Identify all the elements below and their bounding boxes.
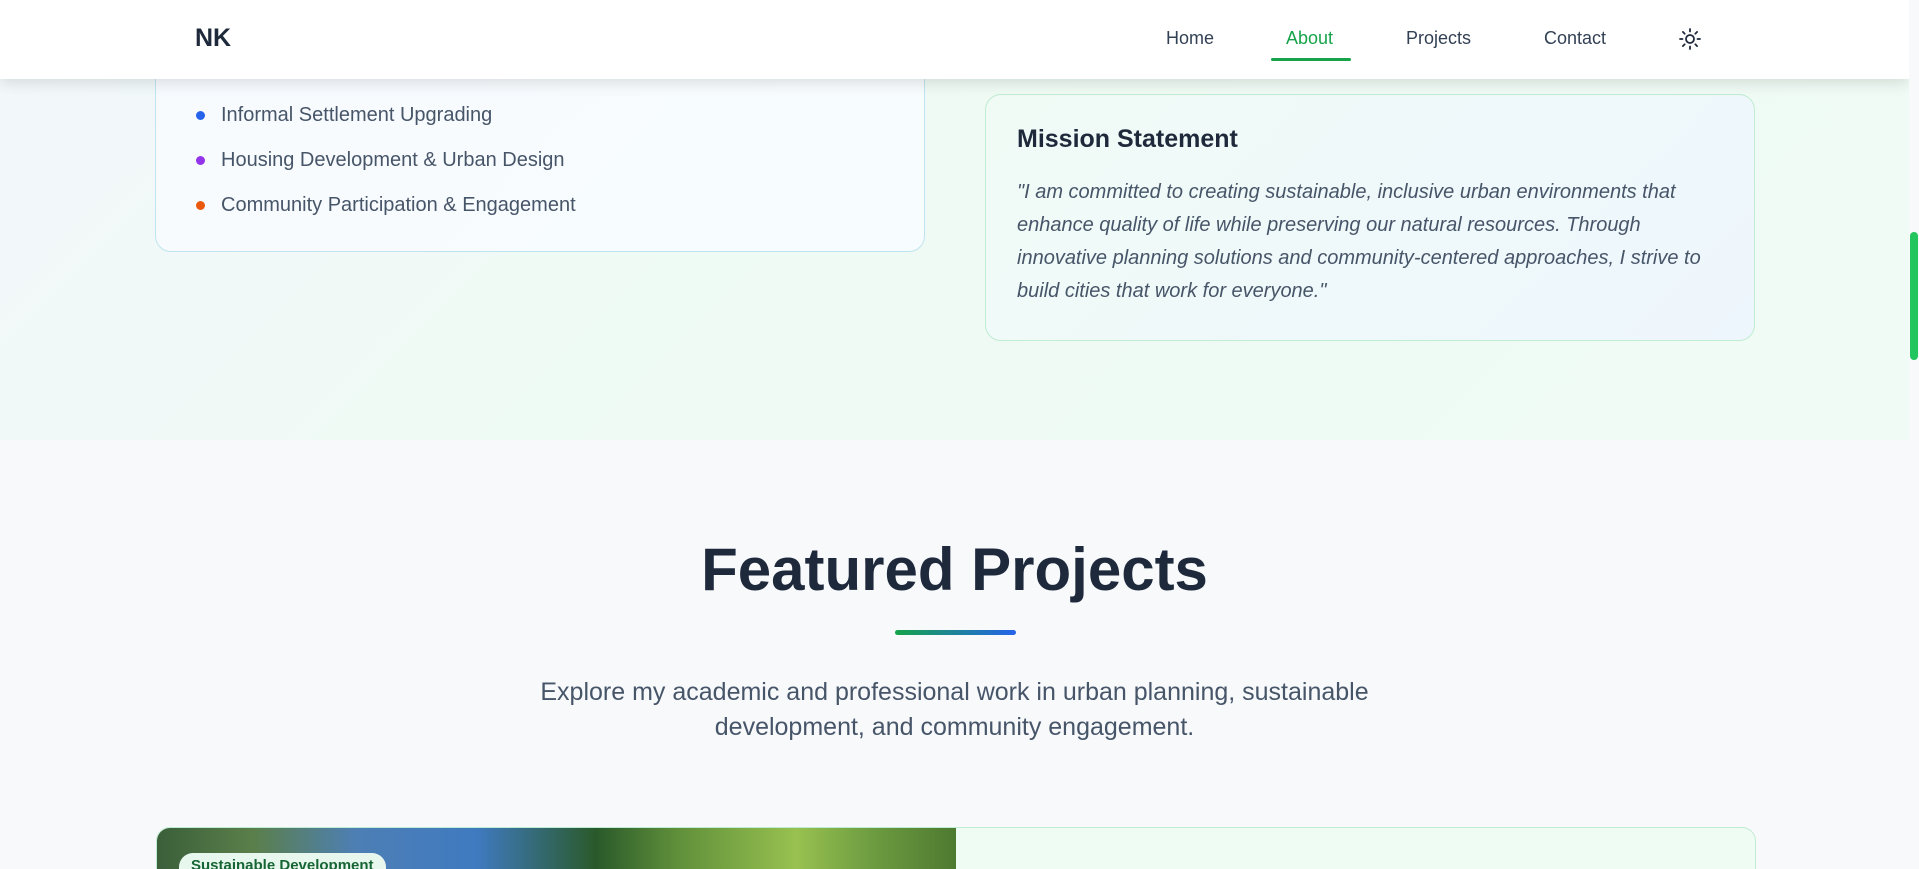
nav-link-about[interactable]: About [1286, 28, 1333, 49]
nav-link-home[interactable]: Home [1166, 28, 1214, 49]
nav-link-projects[interactable]: Projects [1406, 28, 1471, 49]
mission-card: Mission Statement "I am committed to cre… [985, 94, 1755, 341]
project-card[interactable]: Sustainable Development [156, 827, 1756, 869]
bullet-dot-icon [196, 111, 205, 120]
mission-title: Mission Statement [1017, 125, 1238, 153]
list-item: Informal Settlement Upgrading [196, 93, 576, 138]
title-divider [895, 630, 1016, 635]
project-category-badge: Sustainable Development [179, 853, 386, 869]
focus-area-label: Community Participation & Engagement [221, 194, 576, 216]
sun-icon[interactable] [1678, 27, 1702, 51]
focus-area-label: Informal Settlement Upgrading [221, 104, 493, 126]
section-subtitle: Explore my academic and professional wor… [540, 678, 1369, 741]
scrollbar-track[interactable] [1909, 0, 1919, 869]
site-logo[interactable]: NK [195, 24, 231, 53]
navbar: NK Home About Projects Contact [0, 0, 1909, 79]
scrollbar-thumb[interactable] [1910, 232, 1918, 360]
focus-areas-list: Informal Settlement Upgrading Housing De… [196, 93, 576, 228]
list-item: Housing Development & Urban Design [196, 138, 576, 183]
section-title: Featured Projects [701, 536, 1208, 603]
nav-link-contact[interactable]: Contact [1544, 28, 1606, 49]
active-nav-indicator [1271, 58, 1351, 61]
mission-text: "I am committed to creating sustainable,… [1017, 181, 1701, 302]
bullet-dot-icon [196, 156, 205, 165]
focus-area-label: Housing Development & Urban Design [221, 149, 565, 171]
list-item: Community Participation & Engagement [196, 183, 576, 228]
bullet-dot-icon [196, 201, 205, 210]
